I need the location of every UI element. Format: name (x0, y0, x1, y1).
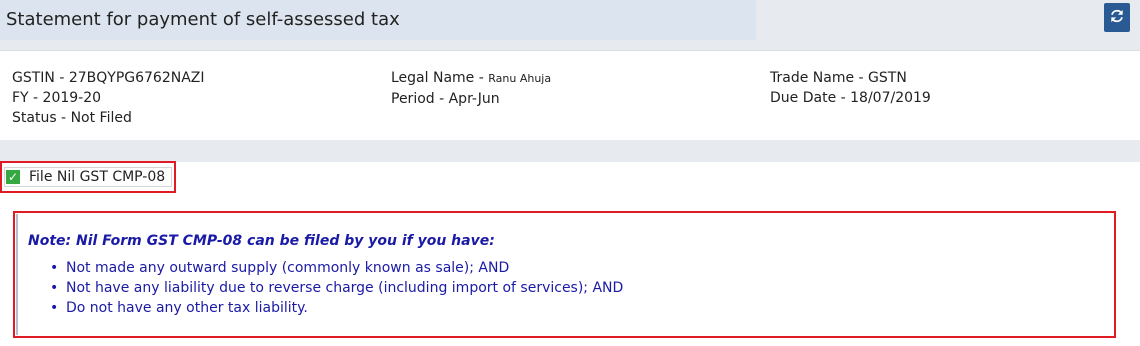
fy-text: FY - 2019-20 (12, 90, 102, 106)
legal-name-row: Legal Name - Ranu Ahuja (391, 68, 551, 89)
legal-name-value: Ranu Ahuja (488, 72, 552, 85)
list-item: Not made any outward supply (commonly kn… (50, 258, 623, 278)
taxpayer-info-panel: GSTIN - 27BQYPG6762NAZI FY - 2019-20 Sta… (0, 50, 1140, 141)
info-column-right: Trade Name - GSTN Due Date - 18/07/2019 (770, 68, 931, 108)
section-divider (0, 140, 1140, 162)
legal-name-label: Legal Name - (391, 70, 489, 86)
note-list: Not made any outward supply (commonly kn… (50, 258, 623, 318)
note-panel: Note: Nil Form GST CMP-08 can be filed b… (16, 214, 1113, 335)
trade-name-text: Trade Name - GSTN (770, 70, 907, 86)
page-title: Statement for payment of self-assessed t… (6, 9, 400, 30)
info-column-left: GSTIN - 27BQYPG6762NAZI FY - 2019-20 Sta… (12, 68, 205, 128)
gstin-text: GSTIN - 27BQYPG6762NAZI (12, 70, 205, 86)
nil-filing-checkbox[interactable]: ✓ File Nil GST CMP-08 (4, 167, 172, 187)
info-column-middle: Legal Name - Ranu Ahuja Period - Apr-Jun (391, 68, 551, 109)
note-highlight: Note: Nil Form GST CMP-08 can be filed b… (13, 211, 1116, 338)
period-text: Period - Apr-Jun (391, 91, 500, 107)
refresh-icon (1110, 8, 1124, 27)
refresh-button[interactable] (1104, 3, 1130, 32)
title-bar: Statement for payment of self-assessed t… (0, 0, 756, 40)
list-item: Not have any liability due to reverse ch… (50, 278, 623, 298)
due-date-text: Due Date - 18/07/2019 (770, 90, 931, 106)
checkmark-icon: ✓ (6, 170, 20, 184)
nil-filing-label: File Nil GST CMP-08 (29, 169, 166, 185)
list-item: Do not have any other tax liability. (50, 298, 623, 318)
note-title: Note: Nil Form GST CMP-08 can be filed b… (28, 233, 495, 249)
status-text: Status - Not Filed (12, 110, 132, 126)
nil-filing-highlight: ✓ File Nil GST CMP-08 (0, 161, 176, 193)
